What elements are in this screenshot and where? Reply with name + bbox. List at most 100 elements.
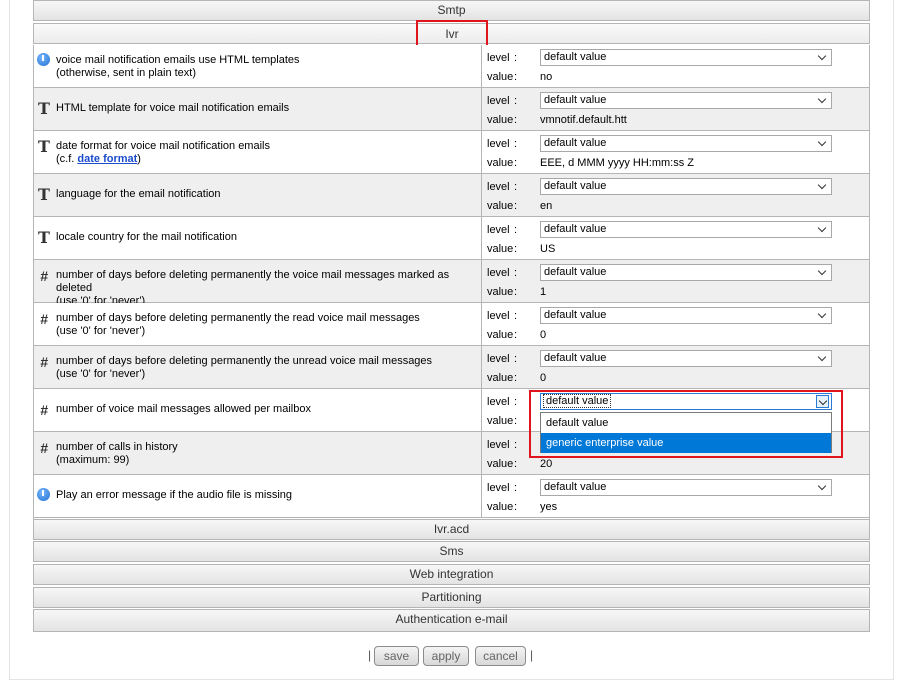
level-select[interactable]: default value xyxy=(540,307,832,324)
setting-description-cell: voice mail notification emails use HTML … xyxy=(34,45,482,87)
setting-description: locale country for the mail notification xyxy=(56,231,237,244)
setting-description: number of voice mail messages allowed pe… xyxy=(56,403,311,416)
setting-label: number of voice mail messages allowed pe… xyxy=(56,403,311,415)
value-colon: : xyxy=(514,114,518,126)
setting-hint: (c.f. date format) xyxy=(56,153,270,166)
level-label: level xyxy=(487,52,510,64)
level-select[interactable]: default value xyxy=(540,135,832,152)
section-ivr-label: Ivr xyxy=(445,27,459,41)
value-label: value xyxy=(487,157,514,169)
chevron-down-icon[interactable] xyxy=(816,481,829,494)
value-colon: : xyxy=(514,200,518,212)
level-select[interactable]: default value xyxy=(540,221,832,238)
setting-label: language for the email notification xyxy=(56,188,221,200)
setting-description: number of calls in history (maximum: 99) xyxy=(56,441,178,467)
value-label: value xyxy=(487,458,514,470)
setting-row: # number of days before deleting permanen… xyxy=(34,260,869,307)
setting-value: 0 xyxy=(540,329,547,341)
setting-row: T HTML template for voice mail notificati… xyxy=(34,88,869,131)
chevron-down-icon[interactable] xyxy=(816,266,829,279)
chevron-down-icon[interactable] xyxy=(816,94,829,107)
setting-label: number of days before deleting permanent… xyxy=(56,355,433,367)
value-colon: : xyxy=(514,71,518,83)
section-web-integration[interactable]: Web integration xyxy=(33,564,870,585)
dropdown-highlight-box xyxy=(529,390,843,458)
section-sms[interactable]: Sms xyxy=(33,541,870,562)
chevron-down-icon[interactable] xyxy=(816,223,829,236)
level-colon: : xyxy=(514,95,518,107)
level-colon: : xyxy=(514,353,518,365)
section-smtp[interactable]: Smtp xyxy=(33,0,870,21)
date-format-link[interactable]: date format xyxy=(77,153,137,165)
setting-value: yes xyxy=(540,501,558,513)
setting-description: number of days before deleting permanent… xyxy=(56,312,420,338)
section-label: Sms xyxy=(439,544,464,558)
level-label: level xyxy=(487,353,510,365)
level-label: level xyxy=(487,482,510,494)
chevron-down-icon[interactable] xyxy=(816,309,829,322)
setting-description-cell: Tlanguage for the email notification xyxy=(34,174,482,216)
chevron-down-icon[interactable] xyxy=(816,137,829,150)
setting-hint-suffix: ) xyxy=(137,153,141,165)
level-label: level xyxy=(487,138,510,150)
save-button[interactable]: save xyxy=(374,646,419,666)
setting-row: Play an error message if the audio file … xyxy=(34,475,869,518)
chevron-down-icon[interactable] xyxy=(816,51,829,64)
setting-description: Play an error message if the audio file … xyxy=(56,489,292,502)
section-label: Web integration xyxy=(409,567,494,581)
level-select-value: default value xyxy=(544,51,607,63)
section-authentication-e-mail[interactable]: Authentication e-mail xyxy=(33,609,870,632)
value-label: value xyxy=(487,501,514,513)
setting-description-cell: # number of days before deleting permanen… xyxy=(34,346,482,388)
cancel-button[interactable]: cancel xyxy=(475,646,526,666)
setting-row: Tdate format for voice mail notification… xyxy=(34,131,869,174)
level-colon: : xyxy=(514,396,518,408)
value-label: value xyxy=(487,372,514,384)
value-label: value xyxy=(487,71,514,83)
setting-hint: (otherwise, sent in plain text) xyxy=(56,67,197,79)
apply-button[interactable]: apply xyxy=(423,646,469,666)
section-partitioning[interactable]: Partitioning xyxy=(33,587,870,608)
setting-row: # number of days before deleting permanen… xyxy=(34,303,869,346)
setting-value: US xyxy=(540,243,556,255)
setting-row: # number of days before deleting permanen… xyxy=(34,346,869,389)
setting-description: language for the email notification xyxy=(56,188,221,201)
setting-row: Tlanguage for the email notification leve… xyxy=(34,174,869,217)
section-smtp-label: Smtp xyxy=(437,3,466,17)
section-label: Ivr.acd xyxy=(433,522,470,536)
setting-hint-prefix: (c.f. xyxy=(56,153,78,165)
section-label: Partitioning xyxy=(421,590,482,604)
number-icon: # xyxy=(40,402,48,418)
chevron-down-icon[interactable] xyxy=(816,352,829,365)
setting-hint: (use '0' for 'never') xyxy=(56,325,146,337)
number-icon: # xyxy=(40,268,48,284)
setting-description-cell: Tdate format for voice mail notification… xyxy=(34,131,482,173)
level-select[interactable]: default value xyxy=(540,92,832,109)
level-label: level xyxy=(487,267,510,279)
text-icon: T xyxy=(38,137,50,156)
level-label: level xyxy=(487,181,510,193)
value-label: value xyxy=(487,243,514,255)
level-colon: : xyxy=(514,181,518,193)
level-select[interactable]: default value xyxy=(540,350,832,367)
level-select[interactable]: default value xyxy=(540,49,832,66)
setting-label: date format for voice mail notification … xyxy=(56,140,270,152)
button-bar-left-separator: | xyxy=(368,648,372,662)
value-label: value xyxy=(487,415,514,427)
setting-hint: (use '0' for 'never') xyxy=(56,368,146,380)
level-select[interactable]: default value xyxy=(540,178,832,195)
section-ivr-acd[interactable]: Ivr.acd xyxy=(33,519,870,540)
level-select[interactable]: default value xyxy=(540,479,832,496)
setting-label: Play an error message if the audio file … xyxy=(56,489,292,501)
level-select-value: default value xyxy=(544,481,607,493)
text-icon: T xyxy=(38,228,50,247)
level-select[interactable]: default value xyxy=(540,264,832,281)
setting-description-cell: # number of days before deleting permanen… xyxy=(34,303,482,345)
setting-label: HTML template for voice mail notificatio… xyxy=(56,102,290,114)
level-label: level xyxy=(487,95,510,107)
setting-label: number of days before deleting permanent… xyxy=(56,269,450,294)
chevron-down-icon[interactable] xyxy=(816,180,829,193)
setting-value: en xyxy=(540,200,553,212)
level-select-value: default value xyxy=(544,223,607,235)
setting-value: EEE, d MMM yyyy HH:mm:ss Z xyxy=(540,157,694,169)
